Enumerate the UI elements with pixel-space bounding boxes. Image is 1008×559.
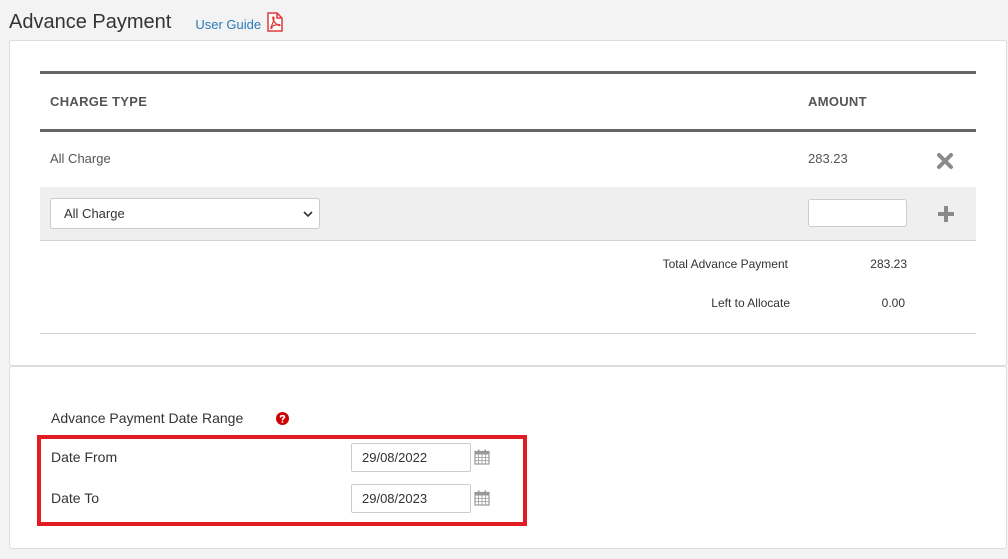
total-advance-payment-value: 283.23 <box>870 257 907 271</box>
column-header-charge-type: CHARGE TYPE <box>50 94 148 109</box>
charges-panel: CHARGE TYPE AMOUNT All Charge 283.23 All… <box>9 40 1007 366</box>
close-icon <box>937 153 953 169</box>
user-guide-link[interactable]: User Guide <box>195 17 261 32</box>
left-to-allocate-label: Left to Allocate <box>711 296 790 310</box>
table-row: All Charge 283.23 <box>40 132 976 187</box>
table-header: CHARGE TYPE AMOUNT <box>40 71 976 132</box>
plus-icon <box>938 206 954 222</box>
page-header: Advance Payment User Guide <box>9 8 284 36</box>
calendar-icon[interactable] <box>474 449 490 470</box>
charge-table: CHARGE TYPE AMOUNT All Charge 283.23 All… <box>40 71 976 334</box>
add-row-button[interactable] <box>936 204 956 229</box>
question-circle-icon[interactable] <box>276 412 289 430</box>
calendar-icon[interactable] <box>474 490 490 511</box>
date-range-title: Advance Payment Date Range <box>51 410 244 426</box>
add-charge-row: All Charge <box>40 187 976 241</box>
totals-section: Total Advance Payment 283.23 Left to All… <box>40 241 976 334</box>
row-amount: 283.23 <box>808 151 848 166</box>
date-range-panel: Advance Payment Date Range Date From 29/… <box>9 366 1007 549</box>
date-from-input[interactable]: 29/08/2022 <box>351 443 471 472</box>
amount-input[interactable] <box>808 199 907 227</box>
row-charge-type: All Charge <box>50 151 111 166</box>
total-advance-payment-label: Total Advance Payment <box>662 257 788 271</box>
remove-row-button[interactable] <box>936 152 954 175</box>
pdf-icon[interactable] <box>266 12 284 32</box>
date-to-input[interactable]: 29/08/2023 <box>351 484 471 513</box>
charge-type-select-value: All Charge <box>64 206 125 221</box>
left-to-allocate-value: 0.00 <box>881 296 905 310</box>
chevron-down-icon <box>303 211 313 218</box>
page-title: Advance Payment <box>9 10 172 33</box>
charge-type-select[interactable]: All Charge <box>50 198 320 229</box>
date-from-label: Date From <box>51 449 118 465</box>
column-header-amount: AMOUNT <box>808 94 867 109</box>
date-to-label: Date To <box>51 490 99 506</box>
